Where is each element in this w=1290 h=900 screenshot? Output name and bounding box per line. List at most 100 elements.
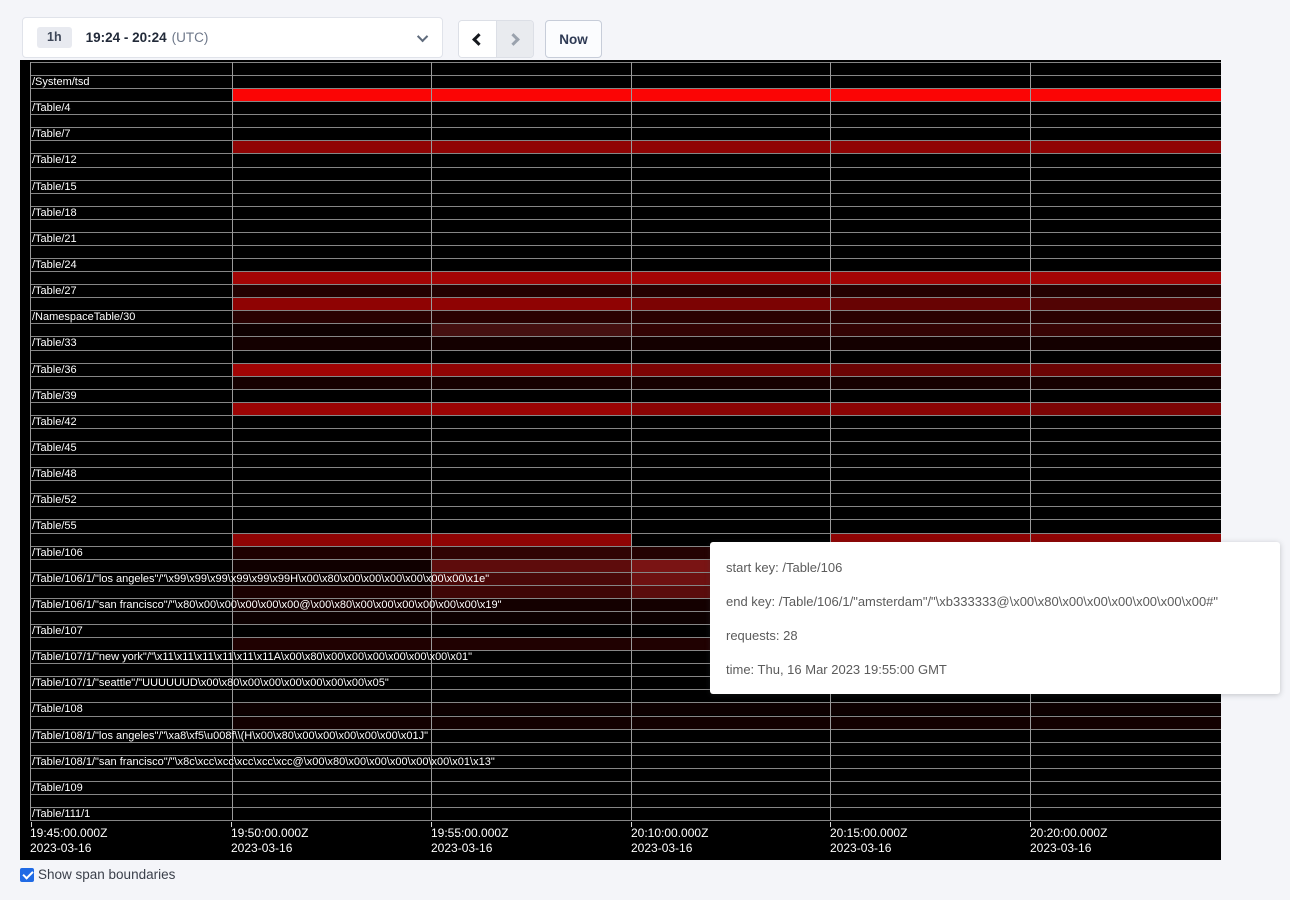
heatmap-cell[interactable] (631, 364, 830, 376)
heatmap-cell[interactable] (830, 743, 1030, 755)
heatmap-row[interactable] (30, 193, 1221, 206)
heatmap-cell[interactable] (431, 743, 631, 755)
heatmap-cell[interactable] (830, 207, 1030, 219)
heatmap-cell[interactable] (1030, 141, 1221, 153)
heatmap-row[interactable] (30, 480, 1221, 493)
heatmap-cell[interactable] (1030, 429, 1221, 441)
heatmap-cell[interactable] (232, 534, 431, 546)
heatmap-cell[interactable] (631, 403, 830, 415)
heatmap-cell[interactable] (1030, 272, 1221, 284)
heatmap-row[interactable] (30, 454, 1221, 467)
heatmap-cell[interactable] (431, 782, 631, 794)
heatmap-cell[interactable] (431, 429, 631, 441)
heatmap-cell[interactable] (431, 298, 631, 310)
heatmap-cell[interactable] (431, 351, 631, 363)
heatmap-cell[interactable] (431, 377, 631, 389)
heatmap-cell[interactable] (431, 115, 631, 127)
heatmap-cell[interactable] (830, 285, 1030, 297)
heatmap-row[interactable] (30, 271, 1221, 284)
heatmap-row[interactable]: /Table/24 (30, 258, 1221, 271)
heatmap-cell[interactable] (830, 141, 1030, 153)
heatmap-cell[interactable] (1030, 76, 1221, 88)
heatmap-cell[interactable] (631, 416, 830, 428)
heatmap-row[interactable]: /Table/4 (30, 101, 1221, 114)
heatmap-cell[interactable] (232, 664, 431, 676)
heatmap-cell[interactable] (431, 207, 631, 219)
heatmap-cell[interactable] (631, 311, 830, 323)
heatmap-cell[interactable] (1030, 403, 1221, 415)
heatmap-cell[interactable] (431, 181, 631, 193)
heatmap-cell[interactable] (431, 416, 631, 428)
heatmap-cell[interactable] (431, 311, 631, 323)
heatmap-cell[interactable] (431, 717, 631, 729)
heatmap-cell[interactable] (631, 743, 830, 755)
heatmap-row[interactable]: /Table/111/1 (30, 807, 1221, 820)
heatmap-cell[interactable] (830, 795, 1030, 807)
heatmap-cell[interactable] (431, 795, 631, 807)
heatmap-cell[interactable] (631, 468, 830, 480)
heatmap-cell[interactable] (431, 76, 631, 88)
heatmap-cell[interactable] (431, 390, 631, 402)
heatmap-cell[interactable] (631, 63, 830, 75)
heatmap-cell[interactable] (631, 455, 830, 467)
heatmap-cell[interactable] (232, 311, 431, 323)
heatmap-cell[interactable] (830, 717, 1030, 729)
heatmap-row[interactable]: /Table/18 (30, 206, 1221, 219)
heatmap-cell[interactable] (232, 612, 431, 624)
heatmap-cell[interactable] (631, 233, 830, 245)
heatmap-cell[interactable] (830, 181, 1030, 193)
heatmap-cell[interactable] (631, 808, 830, 820)
heatmap-cell[interactable] (830, 468, 1030, 480)
heatmap-cell[interactable] (631, 324, 830, 336)
heatmap-cell[interactable] (431, 547, 631, 559)
heatmap-cell[interactable] (1030, 194, 1221, 206)
heatmap-cell[interactable] (232, 390, 431, 402)
heatmap-cell[interactable] (1030, 63, 1221, 75)
heatmap-cell[interactable] (830, 115, 1030, 127)
heatmap-cell[interactable] (830, 102, 1030, 114)
heatmap-cell[interactable] (830, 507, 1030, 519)
heatmap-row[interactable]: /Table/27 (30, 284, 1221, 297)
next-interval-button[interactable] (497, 21, 534, 57)
heatmap-cell[interactable] (1030, 455, 1221, 467)
heatmap-cell[interactable] (431, 63, 631, 75)
heatmap-cell[interactable] (1030, 233, 1221, 245)
heatmap-cell[interactable] (830, 351, 1030, 363)
heatmap-row[interactable] (30, 245, 1221, 258)
heatmap-cell[interactable] (631, 115, 830, 127)
heatmap-cell[interactable] (830, 403, 1030, 415)
heatmap-cell[interactable] (1030, 115, 1221, 127)
heatmap-cell[interactable] (232, 102, 431, 114)
heatmap-cell[interactable] (830, 324, 1030, 336)
time-range-selector[interactable]: 1h 19:24 - 20:24 (UTC) (22, 17, 443, 58)
heatmap-row[interactable] (30, 768, 1221, 781)
heatmap-row[interactable] (30, 62, 1221, 75)
heatmap-cell[interactable] (631, 220, 830, 232)
heatmap-cell[interactable] (232, 233, 431, 245)
heatmap-cell[interactable] (232, 795, 431, 807)
heatmap-cell[interactable] (830, 128, 1030, 140)
heatmap-cell[interactable] (1030, 181, 1221, 193)
heatmap-cell[interactable] (1030, 717, 1221, 729)
heatmap-row[interactable]: /Table/108/1/"san francisco"/"\x8c\xcc\x… (30, 755, 1221, 768)
heatmap-row[interactable]: /Table/109 (30, 781, 1221, 794)
heatmap-cell[interactable] (232, 246, 431, 258)
heatmap-cell[interactable] (232, 337, 431, 349)
heatmap-cell[interactable] (830, 89, 1030, 101)
heatmap-cell[interactable] (631, 298, 830, 310)
heatmap-cell[interactable] (431, 690, 631, 702)
heatmap-cell[interactable] (631, 717, 830, 729)
heatmap-cell[interactable] (631, 351, 830, 363)
heatmap-cell[interactable] (431, 703, 631, 715)
heatmap-row[interactable]: /Table/48 (30, 467, 1221, 480)
heatmap-row[interactable]: /Table/55 (30, 519, 1221, 532)
heatmap-cell[interactable] (232, 560, 431, 572)
heatmap-cell[interactable] (431, 194, 631, 206)
heatmap-cell[interactable] (431, 468, 631, 480)
show-span-boundaries-checkbox[interactable] (20, 868, 34, 882)
heatmap-cell[interactable] (1030, 324, 1221, 336)
heatmap-cell[interactable] (1030, 520, 1221, 532)
heatmap-cell[interactable] (431, 141, 631, 153)
heatmap-cell[interactable] (431, 730, 631, 742)
heatmap-cell[interactable] (830, 220, 1030, 232)
